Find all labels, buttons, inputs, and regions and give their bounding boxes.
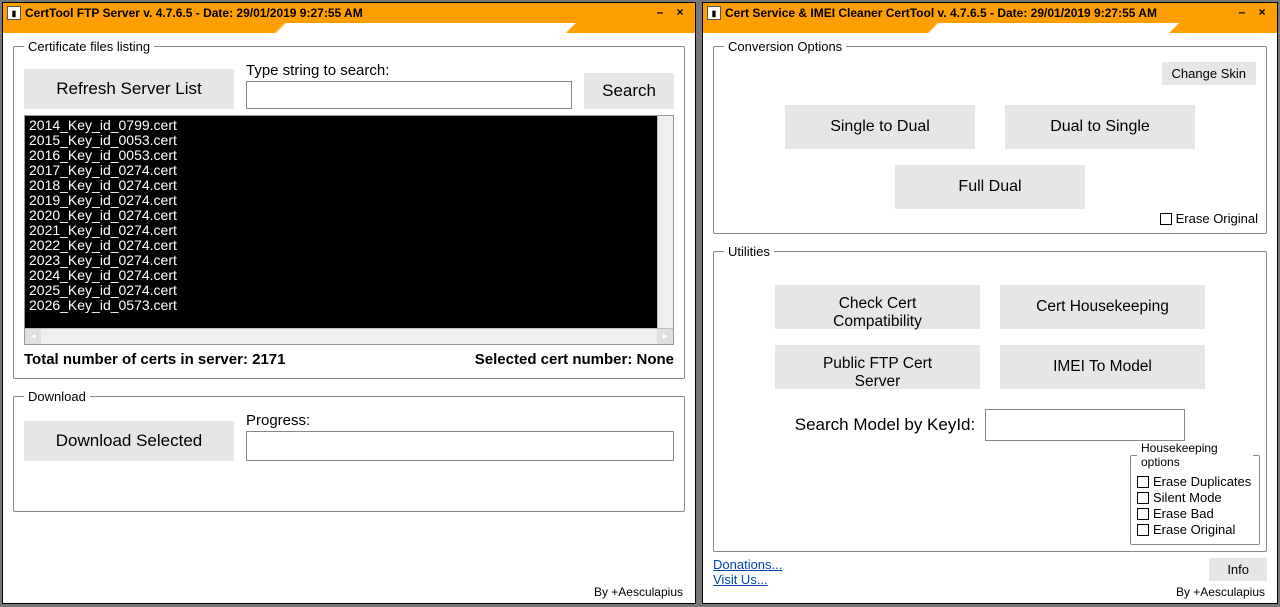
certificate-listing-group: Certificate files listing Refresh Server… [13, 39, 685, 379]
title-text-w1: CertTool FTP Server v. 4.7.6.5 - Date: 2… [25, 6, 363, 20]
list-item[interactable]: 2019_Key_id_0274.cert [29, 193, 669, 208]
checkbox-icon [1137, 476, 1149, 488]
erase-original-checkbox-hk[interactable]: Erase Original [1137, 522, 1253, 537]
visit-us-link[interactable]: Visit Us... [713, 572, 768, 587]
erase-original-label-conv: Erase Original [1176, 211, 1258, 226]
scroll-left-icon[interactable]: ◂ [25, 329, 41, 344]
list-item[interactable]: 2016_Key_id_0053.cert [29, 148, 669, 163]
search-keyid-label: Search Model by KeyId: [795, 415, 975, 435]
imei-to-model-button[interactable]: IMEI To Model [1000, 345, 1205, 389]
close-button[interactable]: × [1255, 6, 1269, 20]
conversion-options-group: Conversion Options Change Skin Single to… [713, 39, 1267, 234]
credit-label-w1: By +Aesculapius [594, 585, 687, 599]
search-button[interactable]: Search [584, 73, 674, 109]
minimize-button[interactable]: – [1235, 6, 1249, 20]
titlebar-w1[interactable]: ▮ CertTool FTP Server v. 4.7.6.5 - Date:… [3, 3, 695, 23]
full-dual-button[interactable]: Full Dual [895, 165, 1085, 209]
list-item[interactable]: 2020_Key_id_0274.cert [29, 208, 669, 223]
single-to-dual-button[interactable]: Single to Dual [785, 105, 975, 149]
silent-mode-checkbox[interactable]: Silent Mode [1137, 490, 1253, 505]
close-button[interactable]: × [673, 6, 687, 20]
certificate-listing-legend: Certificate files listing [24, 39, 154, 54]
erase-original-label-hk: Erase Original [1153, 522, 1235, 537]
total-certs-label: Total number of certs in server: 2171 [24, 351, 285, 368]
utilities-legend: Utilities [724, 244, 774, 259]
utilities-group: Utilities Check Cert Compatibility Cert … [713, 244, 1267, 552]
cert-file-listbox[interactable]: 2014_Key_id_0799.cert2015_Key_id_0053.ce… [24, 115, 674, 345]
silent-mode-label: Silent Mode [1153, 490, 1222, 505]
scrollbar-vertical[interactable] [657, 116, 673, 328]
erase-bad-checkbox[interactable]: Erase Bad [1137, 506, 1253, 521]
list-item[interactable]: 2025_Key_id_0274.cert [29, 283, 669, 298]
app-icon: ▮ [707, 6, 721, 20]
list-item[interactable]: 2015_Key_id_0053.cert [29, 133, 669, 148]
list-item[interactable]: 2017_Key_id_0274.cert [29, 163, 669, 178]
progress-label: Progress: [246, 412, 674, 429]
hk-options-legend: Housekeeping options [1137, 441, 1253, 469]
selected-cert-label: Selected cert number: None [475, 351, 674, 368]
list-item[interactable]: 2024_Key_id_0274.cert [29, 268, 669, 283]
scroll-right-icon[interactable]: ▸ [657, 329, 673, 344]
list-item[interactable]: 2014_Key_id_0799.cert [29, 118, 669, 133]
progress-bar [246, 431, 674, 461]
checkbox-icon [1137, 508, 1149, 520]
list-item[interactable]: 2021_Key_id_0274.cert [29, 223, 669, 238]
refresh-server-list-button[interactable]: Refresh Server List [24, 69, 234, 109]
list-item[interactable]: 2026_Key_id_0573.cert [29, 298, 669, 313]
window-cert-ftp-server: ▮ CertTool FTP Server v. 4.7.6.5 - Date:… [2, 2, 696, 604]
dual-to-single-button[interactable]: Dual to Single [1005, 105, 1195, 149]
check-cert-compat-button[interactable]: Check Cert Compatibility [775, 285, 980, 329]
checkbox-icon [1160, 213, 1172, 225]
decorative-strip [703, 23, 1277, 33]
donations-link[interactable]: Donations... [713, 557, 782, 572]
title-text-w2: Cert Service & IMEI Cleaner CertTool v. … [725, 6, 1157, 20]
erase-bad-label: Erase Bad [1153, 506, 1214, 521]
list-item[interactable]: 2018_Key_id_0274.cert [29, 178, 669, 193]
download-legend: Download [24, 389, 90, 404]
credit-label-w2: By +Aesculapius [1176, 585, 1269, 599]
search-input[interactable] [246, 81, 572, 109]
erase-duplicates-checkbox[interactable]: Erase Duplicates [1137, 474, 1253, 489]
search-label: Type string to search: [246, 62, 572, 79]
list-item[interactable]: 2023_Key_id_0274.cert [29, 253, 669, 268]
housekeeping-options-group: Housekeeping options Erase Duplicates Si… [1130, 441, 1260, 545]
change-skin-button[interactable]: Change Skin [1162, 62, 1256, 85]
download-group: Download Download Selected Progress: [13, 389, 685, 512]
info-button[interactable]: Info [1209, 558, 1267, 581]
cert-housekeeping-button[interactable]: Cert Housekeeping [1000, 285, 1205, 329]
checkbox-icon [1137, 492, 1149, 504]
decorative-strip [3, 23, 695, 33]
list-item[interactable]: 2022_Key_id_0274.cert [29, 238, 669, 253]
minimize-button[interactable]: – [653, 6, 667, 20]
titlebar-w2[interactable]: ▮ Cert Service & IMEI Cleaner CertTool v… [703, 3, 1277, 23]
erase-duplicates-label: Erase Duplicates [1153, 474, 1251, 489]
app-icon: ▮ [7, 6, 21, 20]
erase-original-checkbox-conv[interactable]: Erase Original [1160, 211, 1258, 226]
public-ftp-button[interactable]: Public FTP Cert Server [775, 345, 980, 389]
conversion-options-legend: Conversion Options [724, 39, 846, 54]
download-selected-button[interactable]: Download Selected [24, 421, 234, 461]
window-cert-service: ▮ Cert Service & IMEI Cleaner CertTool v… [702, 2, 1278, 604]
search-keyid-input[interactable] [985, 409, 1185, 441]
checkbox-icon [1137, 524, 1149, 536]
scrollbar-horizontal[interactable]: ◂ ▸ [25, 328, 673, 344]
